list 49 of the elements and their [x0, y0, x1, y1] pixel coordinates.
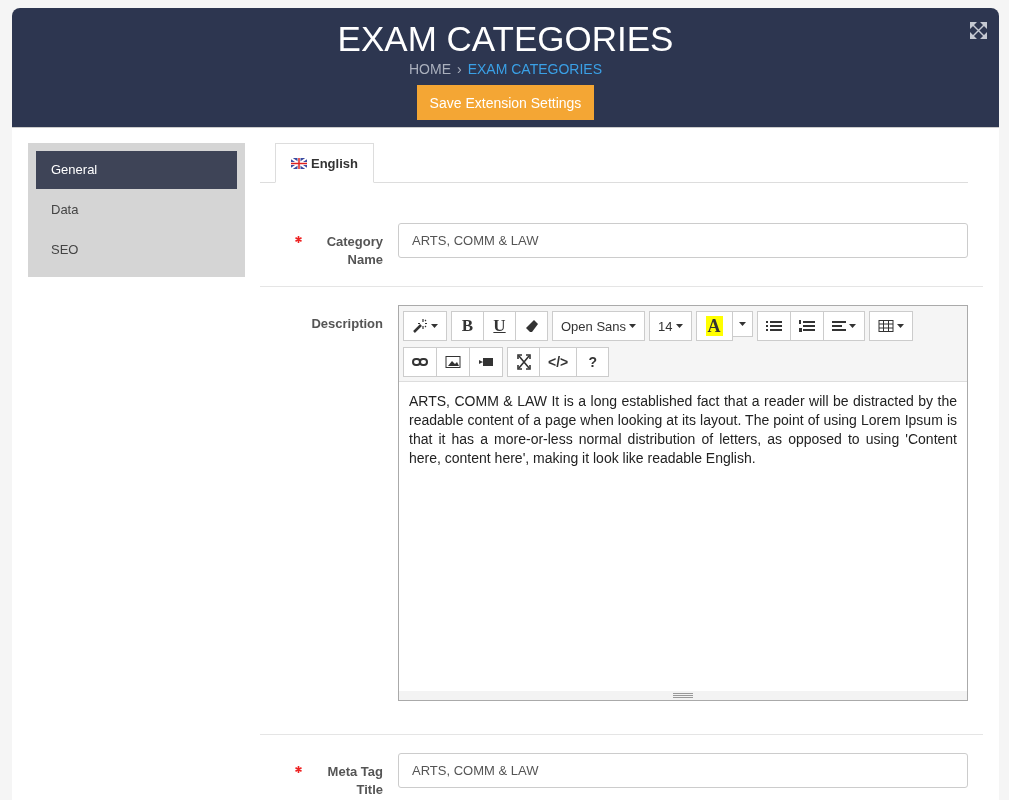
align-left-icon	[831, 318, 846, 334]
text-color-button[interactable]: A	[695, 311, 733, 341]
caret-icon	[675, 324, 683, 328]
toolbar-button[interactable]	[403, 311, 447, 341]
toolbar-button[interactable]	[756, 311, 791, 341]
field-label: Category Name	[325, 233, 383, 269]
breadcrumb-separator: ›	[457, 61, 462, 77]
table-icon	[877, 318, 894, 334]
breadcrumb-link[interactable]: HOME	[409, 61, 451, 77]
toolbar-button[interactable]	[789, 311, 824, 341]
language-tab[interactable]: English	[275, 143, 374, 183]
toolbar-button[interactable]	[436, 347, 470, 377]
dropdown-button[interactable]: Open Sans	[552, 311, 646, 341]
text-input[interactable]: ARTS, COMM & LAW	[398, 753, 968, 788]
toolbar-button[interactable]: ?	[576, 347, 610, 377]
field-label: Description	[311, 315, 383, 333]
breadcrumb-link[interactable]: EXAM CATEGORIES	[467, 61, 602, 77]
magic-wand-icon	[412, 318, 428, 334]
field-label: Meta Tag Title	[326, 763, 383, 799]
toolbar-button[interactable]	[868, 311, 913, 341]
toolbar-button[interactable]	[822, 311, 865, 341]
dropdown-button[interactable]: 14	[649, 311, 692, 341]
resize-handle-icon[interactable]	[673, 693, 693, 698]
page-title: EXAM CATEGORIES	[337, 20, 674, 58]
toolbar-button[interactable]	[469, 347, 503, 377]
eraser-icon	[524, 318, 539, 334]
picture-icon	[445, 354, 461, 370]
caret-icon	[629, 324, 637, 328]
bold-button[interactable]: B	[451, 311, 484, 341]
sidebar-item[interactable]: General	[36, 151, 237, 189]
caret-icon	[738, 322, 746, 326]
expand-icon[interactable]	[970, 22, 987, 39]
caret-icon	[431, 324, 438, 328]
expand-icon	[516, 354, 531, 370]
caret-icon	[896, 324, 904, 328]
sidebar-item[interactable]: Data	[36, 191, 237, 229]
toolbar-button[interactable]: </>	[539, 347, 578, 377]
bulleted-list-icon	[765, 318, 782, 334]
toolbar-button[interactable]	[507, 347, 540, 377]
dropdown-button[interactable]	[731, 311, 753, 337]
text-input[interactable]: ARTS, COMM & LAW	[398, 223, 968, 258]
editor-text[interactable]: ARTS, COMM & LAW It is a long established fact that a reader will be distracted by the readable content of a page when looking at its layout. The point of using Lorem Ipsum is that it has a more-or-less normal distribution of letters, as opposed to using 'Content here, content here', making it look like readable English.	[399, 382, 967, 691]
sidebar-item[interactable]: SEO	[36, 231, 237, 269]
caret-icon	[848, 324, 856, 328]
numbered-list-icon	[798, 318, 815, 334]
flag-icon	[291, 157, 307, 169]
underline-button[interactable]: U	[483, 311, 516, 341]
toolbar-button[interactable]	[403, 347, 437, 377]
toolbar-button[interactable]	[515, 311, 548, 341]
